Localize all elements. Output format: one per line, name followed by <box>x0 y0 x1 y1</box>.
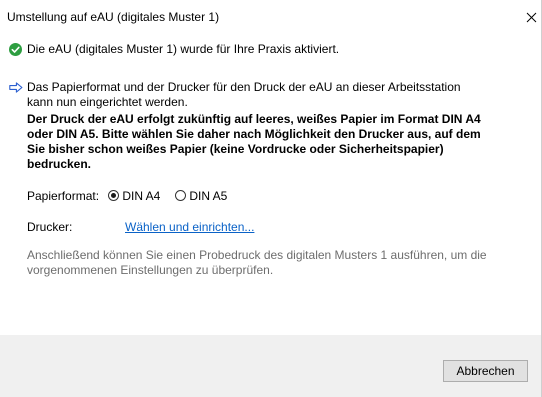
radio-din-a4-control[interactable] <box>108 190 119 201</box>
radio-din-a5[interactable]: DIN A5 <box>175 189 227 204</box>
hint-line1: Anschließend können Sie einen Probedruck… <box>27 248 487 262</box>
warning-line: Sie bisher schon weißes Papier (keine Vo… <box>27 142 444 156</box>
radio-din-a5-label: DIN A5 <box>189 189 228 203</box>
close-icon <box>526 12 537 23</box>
dialog-footer: Abbrechen <box>0 335 541 397</box>
setup-text-line1: Das Papierformat und der Drucker für den… <box>27 80 461 94</box>
cancel-button[interactable]: Abbrechen <box>443 360 528 382</box>
window-title: Umstellung auf eAU (digitales Muster 1) <box>7 10 220 24</box>
dialog-window: Umstellung auf eAU (digitales Muster 1) … <box>0 0 542 397</box>
radio-din-a5-control[interactable] <box>175 190 186 201</box>
radio-din-a4-label: DIN A4 <box>122 189 161 203</box>
setup-text-line2: kann nun eingerichtet werden. <box>27 95 188 109</box>
hint-line2: vorgenommenen Einstellungen zu überprüfe… <box>27 263 274 277</box>
paper-format-label: Papierformat: <box>27 189 100 203</box>
title-bar: Umstellung auf eAU (digitales Muster 1) <box>0 0 542 32</box>
printer-label: Drucker: <box>27 220 73 234</box>
activated-text: Die eAU (digitales Muster 1) wurde für I… <box>27 42 340 56</box>
warning-line: bedrucken. <box>27 157 92 171</box>
radio-din-a4[interactable]: DIN A4 <box>108 189 160 204</box>
choose-printer-link[interactable]: Wählen und einrichten... <box>125 220 254 235</box>
check-circle-icon <box>9 43 22 56</box>
close-button[interactable] <box>522 0 542 32</box>
warning-line: oder DIN A5. Bitte wählen Sie daher nach… <box>27 127 481 141</box>
warning-line: Der Druck der eAU erfolgt zukünftig auf … <box>27 112 481 126</box>
arrow-right-icon <box>9 82 23 93</box>
